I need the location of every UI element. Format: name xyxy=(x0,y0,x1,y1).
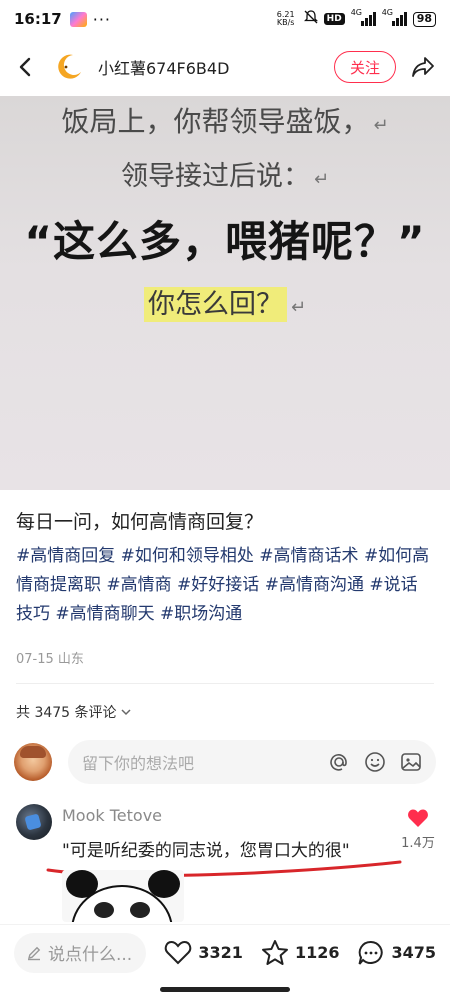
signal-2-icon: 4G xyxy=(382,8,407,26)
commenter-name[interactable]: Mook Tetove xyxy=(62,806,162,825)
image-icon[interactable] xyxy=(400,751,422,773)
divider xyxy=(16,683,434,684)
status-indicators: 6.21 KB/s HD 4G 4G 98 xyxy=(274,8,436,28)
signal-1-icon: 4G xyxy=(351,8,376,26)
highlighted-question: 你怎么回？ xyxy=(143,287,287,322)
pencil-icon xyxy=(28,946,41,960)
network-speed-unit: KB/s xyxy=(276,18,295,27)
comment-like-count: 1.4万 xyxy=(401,836,435,851)
post-title: 每日一问，如何高情商回复？ xyxy=(16,511,264,533)
author-avatar[interactable] xyxy=(54,52,84,82)
comment-button[interactable]: 3475 xyxy=(357,939,436,967)
say-something-placeholder: 说点什么... xyxy=(48,945,133,965)
image-text-2: 领导接过后说： xyxy=(120,161,310,192)
comment-count-label: 共 3475 条评论 xyxy=(16,705,117,721)
image-text-1: 饭局上，你帮领导盛饭， xyxy=(61,105,370,138)
heart-filled-icon[interactable] xyxy=(407,808,429,828)
status-time: 16:17 xyxy=(14,10,62,28)
return-mark: ↵ xyxy=(313,169,330,190)
emoji-icon[interactable] xyxy=(364,751,386,773)
commenter-avatar[interactable] xyxy=(16,804,52,840)
share-icon[interactable] xyxy=(410,54,436,80)
say-something-input[interactable]: 说点什么... xyxy=(14,932,147,973)
comment-bubble-icon xyxy=(358,940,384,965)
comment-like[interactable]: 1.4万 xyxy=(400,808,436,851)
collect-button[interactable]: 1126 xyxy=(261,939,340,966)
heart-icon xyxy=(165,940,192,965)
more-notifications-icon: ··· xyxy=(92,9,112,29)
collect-count: 1126 xyxy=(294,943,340,962)
comment-item: Mook Tetove "可是听纪委的同志说，您胃口大的很" 1.4万 xyxy=(14,804,436,924)
post-hashtags[interactable]: #高情商回复 #如何和领导相处 #高情商话术 #如何高情商提离职 #高情商 #好… xyxy=(16,542,434,629)
like-count: 3321 xyxy=(198,943,243,962)
image-text-line-4: 你怎么回？ ↵ xyxy=(0,282,450,322)
mention-icon[interactable] xyxy=(328,751,350,773)
post-header: 小红薯674F6B4D 关注 xyxy=(0,38,450,96)
network-speed: 6.21 KB/s xyxy=(274,11,298,27)
star-icon xyxy=(261,940,288,965)
image-text-line-3: “这么多，喂猪呢？” xyxy=(24,217,426,266)
home-indicator[interactable] xyxy=(160,987,290,992)
like-button[interactable]: 3321 xyxy=(164,940,243,965)
network-type-2: 4G xyxy=(381,8,393,17)
panda-sticker-image[interactable] xyxy=(62,870,184,922)
post-date-location: 07-15 山东 xyxy=(16,652,84,667)
post-image[interactable]: 饭局上，你帮领导盛饭， ↵ 领导接过后说： ↵ “这么多，喂猪呢？” 你怎么回？ ↵ xyxy=(0,96,450,490)
back-arrow-icon[interactable] xyxy=(14,56,36,78)
user-avatar[interactable] xyxy=(14,743,52,781)
return-mark: ↵ xyxy=(290,297,307,318)
comment-input[interactable]: 留下你的想法吧 xyxy=(68,740,436,784)
mute-bell-icon xyxy=(303,10,318,28)
image-text-line-1: 饭局上，你帮领导盛饭， ↵ xyxy=(0,100,450,140)
hd-badge: HD xyxy=(323,13,345,25)
comment-input-row: 留下你的想法吧 xyxy=(14,740,436,784)
follow-button[interactable]: 关注 xyxy=(334,51,396,83)
author-name[interactable]: 小红薯674F6B4D xyxy=(98,55,229,79)
image-text-line-2: 领导接过后说： ↵ xyxy=(0,154,450,193)
network-type-1: 4G xyxy=(350,8,362,17)
comment-input-placeholder: 留下你的想法吧 xyxy=(82,754,195,773)
gallery-icon xyxy=(69,11,87,27)
bottom-action-bar: 说点什么... 3321 1126 3475 xyxy=(0,924,450,980)
battery-indicator: 98 xyxy=(412,11,436,27)
chevron-down-icon xyxy=(121,705,131,719)
comment-count: 3475 xyxy=(391,943,436,962)
comment-input-actions xyxy=(328,751,422,773)
comment-count-toggle[interactable]: 共 3475 条评论 xyxy=(16,702,131,722)
status-bar: 16:17 ··· 6.21 KB/s HD 4G 4G 98 xyxy=(0,0,450,38)
return-mark: ↵ xyxy=(373,115,389,136)
